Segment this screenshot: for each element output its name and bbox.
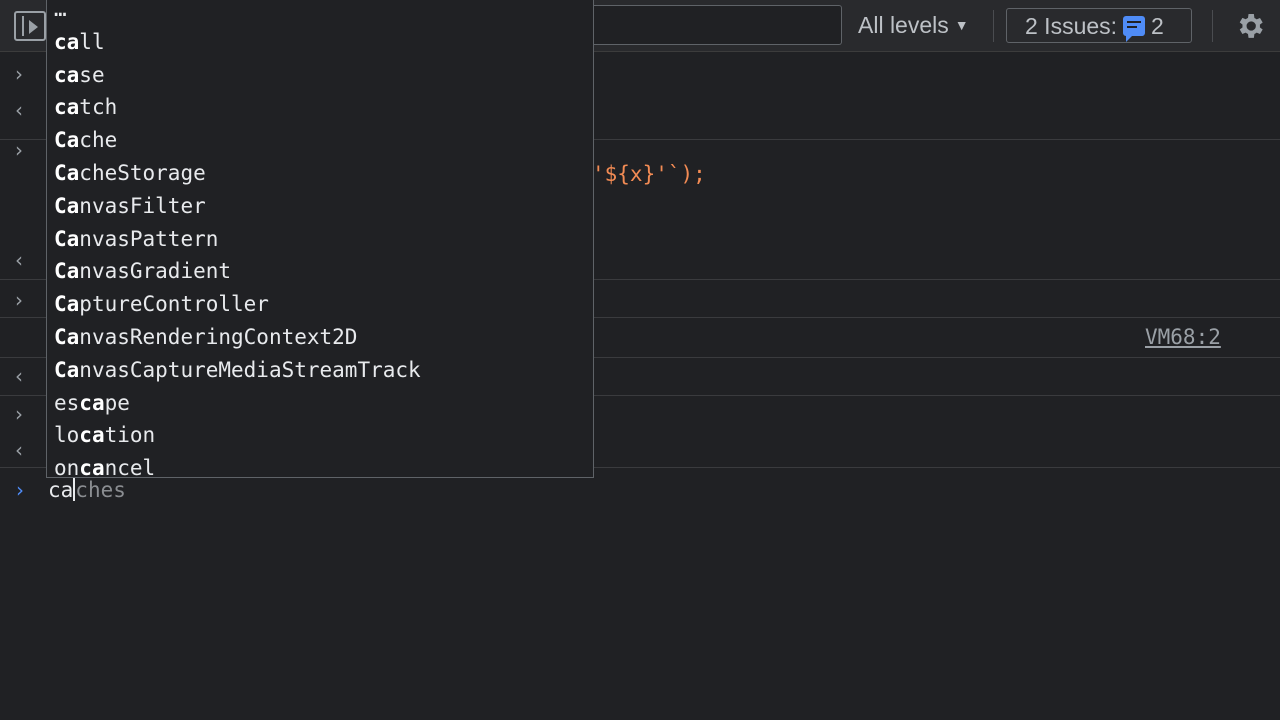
result-arrow-icon: ‹ [15, 248, 23, 272]
autocomplete-item[interactable]: oncancel [47, 452, 593, 477]
input-chevron-icon: › [15, 288, 23, 312]
issues-button[interactable]: 2 Issues: 2 [1006, 8, 1192, 43]
show-sidebar-icon[interactable] [14, 11, 46, 41]
chevron-down-icon: ▼ [954, 17, 969, 33]
autocomplete-item[interactable]: CanvasGradient [47, 255, 593, 288]
issues-label: 2 Issues: [1025, 13, 1118, 39]
autocomplete-item[interactable]: CanvasRenderingContext2D [47, 321, 593, 354]
autocomplete-item[interactable]: escape [47, 387, 593, 420]
result-arrow-icon: ‹ [15, 364, 23, 388]
autocomplete-item[interactable]: CanvasPattern [47, 223, 593, 256]
message-icon [1123, 16, 1146, 42]
autocomplete-item[interactable]: location [47, 419, 593, 452]
autocomplete-item[interactable]: case [47, 59, 593, 92]
source-link[interactable]: VM68:2 [1145, 325, 1221, 349]
autocomplete-item[interactable]: Cache [47, 124, 593, 157]
result-arrow-icon: ‹ [15, 98, 23, 122]
settings-gear-icon[interactable] [1234, 10, 1266, 42]
input-chevron-icon: › [15, 138, 23, 162]
autocomplete-item[interactable]: CacheStorage [47, 157, 593, 190]
autocomplete-item[interactable]: call [47, 26, 593, 59]
input-chevron-icon: › [15, 402, 23, 426]
log-levels-dropdown[interactable]: All levels ▼ [858, 12, 969, 39]
input-chevron-icon: › [15, 62, 23, 86]
autocomplete-item[interactable]: CaptureController [47, 288, 593, 321]
code-line: '${x}'`); [592, 162, 706, 186]
issues-count: 2 [1151, 13, 1164, 39]
autocomplete-popup[interactable]: … call case catch Cache CacheStorage Can… [46, 0, 594, 478]
result-arrow-icon: ‹ [15, 438, 23, 462]
filter-input[interactable] [590, 5, 842, 45]
autocomplete-item[interactable]: … [47, 0, 593, 26]
ghost-completion: ches [75, 478, 126, 502]
autocomplete-item[interactable]: CanvasFilter [47, 190, 593, 223]
toolbar-divider [1212, 10, 1213, 42]
prompt-chevron-icon: › [16, 478, 24, 502]
toolbar-divider [993, 10, 994, 42]
typed-text: ca [48, 478, 74, 502]
autocomplete-item[interactable]: catch [47, 91, 593, 124]
console-prompt-input[interactable]: caches [48, 478, 126, 502]
log-levels-label: All levels [858, 12, 949, 38]
autocomplete-item[interactable]: CanvasCaptureMediaStreamTrack [47, 354, 593, 387]
